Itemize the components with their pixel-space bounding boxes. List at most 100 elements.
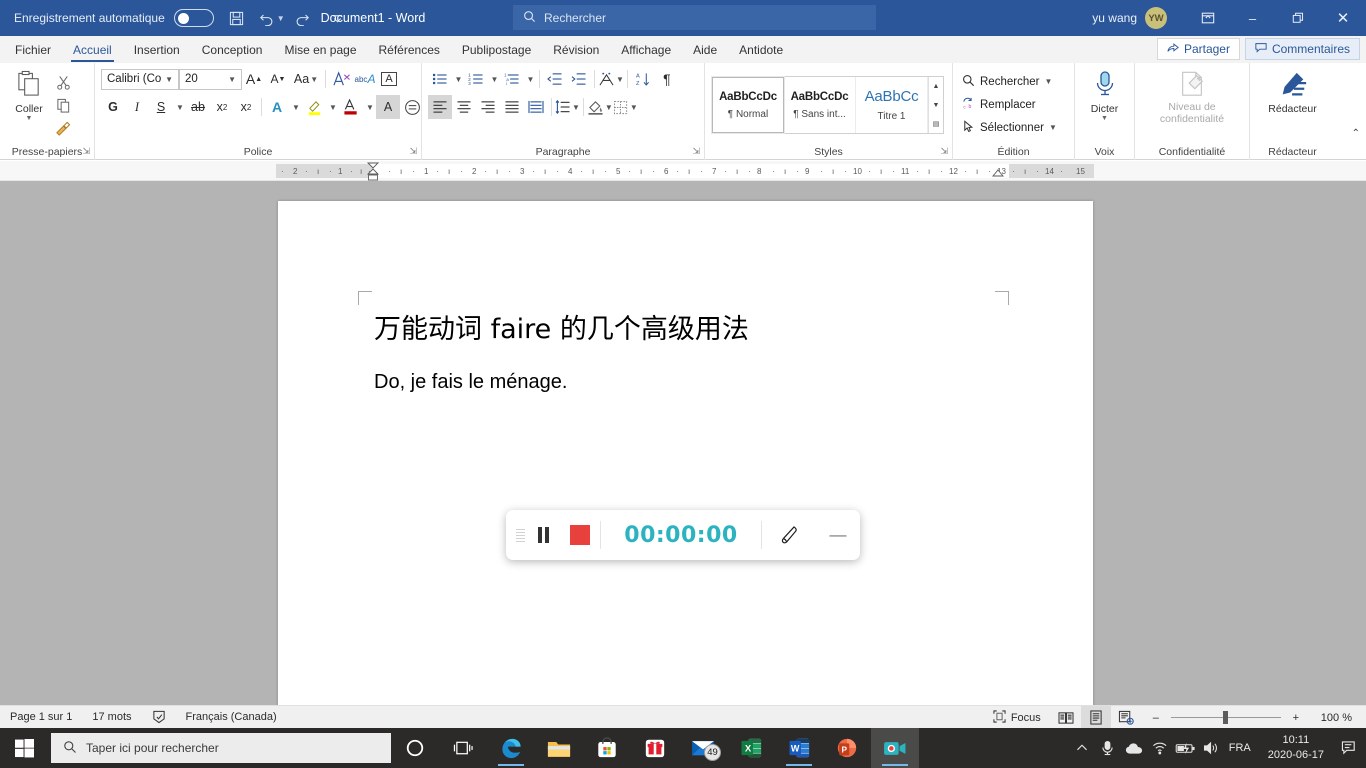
cut-button[interactable]	[52, 71, 74, 93]
powerpoint-icon[interactable]: P	[823, 728, 871, 768]
clipboard-dialog-launcher[interactable]: ⇲	[82, 146, 90, 157]
zoom-slider[interactable]	[1170, 706, 1281, 729]
highlight-color-button[interactable]	[302, 95, 326, 119]
tab-aide[interactable]: Aide	[682, 37, 728, 63]
collapse-ribbon-icon[interactable]: ⌃	[1352, 128, 1360, 139]
superscript-button[interactable]: x2	[234, 95, 258, 119]
edge-icon[interactable]	[487, 728, 535, 768]
task-view-icon[interactable]	[439, 728, 487, 768]
action-center-icon[interactable]	[1332, 728, 1366, 768]
tab-publipostage[interactable]: Publipostage	[451, 37, 542, 63]
asian-layout-button[interactable]: ▼	[598, 67, 624, 91]
document-canvas[interactable]: 万能动词 faire 的几个高级用法 Do, je fais le ménage…	[0, 181, 1366, 721]
borders-button[interactable]: ▼	[613, 95, 638, 119]
increase-indent-button[interactable]	[567, 67, 591, 91]
microsoft-store-icon[interactable]	[583, 728, 631, 768]
formatting-marks-button[interactable]: ¶	[655, 67, 679, 91]
document-heading[interactable]: 万能动词 faire 的几个高级用法	[374, 313, 1014, 347]
page-count[interactable]: Page 1 sur 1	[0, 706, 82, 729]
text-effects-dropdown-icon[interactable]: ▼	[289, 95, 302, 119]
pen-annotate-icon[interactable]	[762, 524, 816, 546]
stop-record-icon[interactable]	[560, 525, 600, 545]
select-button[interactable]: Sélectionner ▼	[959, 116, 1060, 139]
avatar[interactable]: YW	[1145, 7, 1167, 29]
numbering-dropdown-icon[interactable]: ▼	[488, 67, 500, 91]
undo-dropdown-icon[interactable]: ▼	[277, 14, 285, 23]
language-indicator[interactable]: FRA	[1225, 742, 1260, 754]
tab-mise-en-page[interactable]: Mise en page	[273, 37, 367, 63]
zoom-in-button[interactable]: +	[1281, 706, 1311, 729]
onedrive-icon[interactable]	[1121, 728, 1147, 768]
redo-icon[interactable]	[287, 3, 317, 33]
align-left-button[interactable]	[428, 95, 452, 119]
paragraph-dialog-launcher[interactable]: ⇲	[692, 146, 700, 157]
horizontal-ruler[interactable]: · 2 · ı · 1 · ı · · ı · 1 · ı · 2 · ı · 3 · ı · 4 · ı…	[0, 161, 1366, 181]
shrink-font-button[interactable]: A ▼	[266, 67, 290, 91]
shading-button[interactable]: ▼	[587, 95, 613, 119]
tab-references[interactable]: Références	[368, 37, 451, 63]
minimize-recorder-button[interactable]: —	[816, 525, 860, 545]
font-color-dropdown-icon[interactable]: ▼	[363, 95, 376, 119]
underline-dropdown-icon[interactable]: ▼	[173, 95, 186, 119]
print-layout-icon[interactable]	[1080, 706, 1111, 729]
zoom-level[interactable]: 100 %	[1311, 706, 1366, 729]
comments-button[interactable]: Commentaires	[1244, 38, 1360, 60]
share-button[interactable]: Partager	[1156, 38, 1240, 60]
file-explorer-icon[interactable]	[535, 728, 583, 768]
sort-button[interactable]: A Z	[631, 67, 655, 91]
font-color-button[interactable]	[339, 95, 363, 119]
screen-recorder-icon[interactable]	[871, 728, 919, 768]
align-center-button[interactable]	[452, 95, 476, 119]
font-dialog-launcher[interactable]: ⇲	[409, 146, 417, 157]
tab-accueil[interactable]: Accueil	[62, 37, 123, 63]
minimize-button[interactable]: –	[1230, 0, 1275, 36]
mail-icon[interactable]: 49	[679, 728, 727, 768]
clear-formatting-button[interactable]	[329, 67, 353, 91]
ribbon-display-options-icon[interactable]	[1185, 0, 1230, 36]
distribute-button[interactable]	[524, 95, 548, 119]
customize-quick-access-icon[interactable]	[323, 3, 353, 33]
strikethrough-button[interactable]: ab	[186, 95, 210, 119]
italic-button[interactable]: I	[125, 95, 149, 119]
wifi-icon[interactable]	[1147, 728, 1173, 768]
battery-charging-icon[interactable]	[1173, 728, 1199, 768]
close-button[interactable]: ✕	[1320, 0, 1366, 36]
grow-font-button[interactable]: A ▲	[242, 67, 266, 91]
multilevel-list-button[interactable]: 1 a i	[500, 67, 524, 91]
sensitivity-button[interactable]: Niveau de confidentialité	[1141, 67, 1243, 125]
show-hidden-icons-icon[interactable]	[1069, 728, 1095, 768]
styles-more-icon[interactable]: ▤	[929, 114, 943, 133]
taskbar-search-input[interactable]: Taper ici pour rechercher	[51, 733, 391, 763]
copy-button[interactable]	[52, 94, 74, 116]
zoom-slider-thumb[interactable]	[1222, 711, 1228, 724]
excel-icon[interactable]: X	[727, 728, 775, 768]
justify-button[interactable]	[500, 95, 524, 119]
paste-button[interactable]: Coller ▼	[6, 67, 52, 122]
format-painter-button[interactable]	[52, 117, 74, 139]
find-button[interactable]: Rechercher ▼	[959, 70, 1055, 93]
first-line-indent-marker[interactable]	[366, 162, 380, 181]
word-search-box[interactable]: Rechercher	[513, 5, 876, 30]
multilevel-dropdown-icon[interactable]: ▼	[524, 67, 536, 91]
change-case-button[interactable]: Aa ▼	[290, 67, 322, 91]
pause-icon[interactable]	[526, 527, 560, 543]
screen-recorder-toolbar[interactable]: 00:00:00 —	[506, 510, 860, 560]
proofing-errors-icon[interactable]	[142, 706, 176, 729]
cortana-icon[interactable]	[391, 728, 439, 768]
document-page[interactable]: 万能动词 faire 的几个高级用法 Do, je fais le ménage…	[278, 201, 1093, 721]
phonetic-guide-button[interactable]: abc A	[353, 67, 377, 91]
restore-button[interactable]	[1275, 0, 1320, 36]
style-sans-interligne[interactable]: AaBbCcDc ¶ Sans int...	[784, 77, 856, 133]
editor-button[interactable]: Rédacteur	[1256, 67, 1329, 115]
decrease-indent-button[interactable]	[543, 67, 567, 91]
dictate-button[interactable]: Dicter ▼	[1081, 67, 1128, 123]
web-layout-icon[interactable]	[1111, 706, 1141, 729]
tab-affichage[interactable]: Affichage	[610, 37, 682, 63]
underline-button[interactable]: S	[149, 95, 173, 119]
find-dropdown-icon[interactable]: ▼	[1044, 77, 1052, 86]
styles-scroll-down-icon[interactable]: ▼	[929, 96, 943, 115]
style-normal[interactable]: AaBbCcDc ¶ Normal	[711, 76, 785, 134]
tab-revision[interactable]: Révision	[542, 37, 610, 63]
character-shading-button[interactable]: A	[376, 95, 400, 119]
styles-dialog-launcher[interactable]: ⇲	[940, 146, 948, 157]
